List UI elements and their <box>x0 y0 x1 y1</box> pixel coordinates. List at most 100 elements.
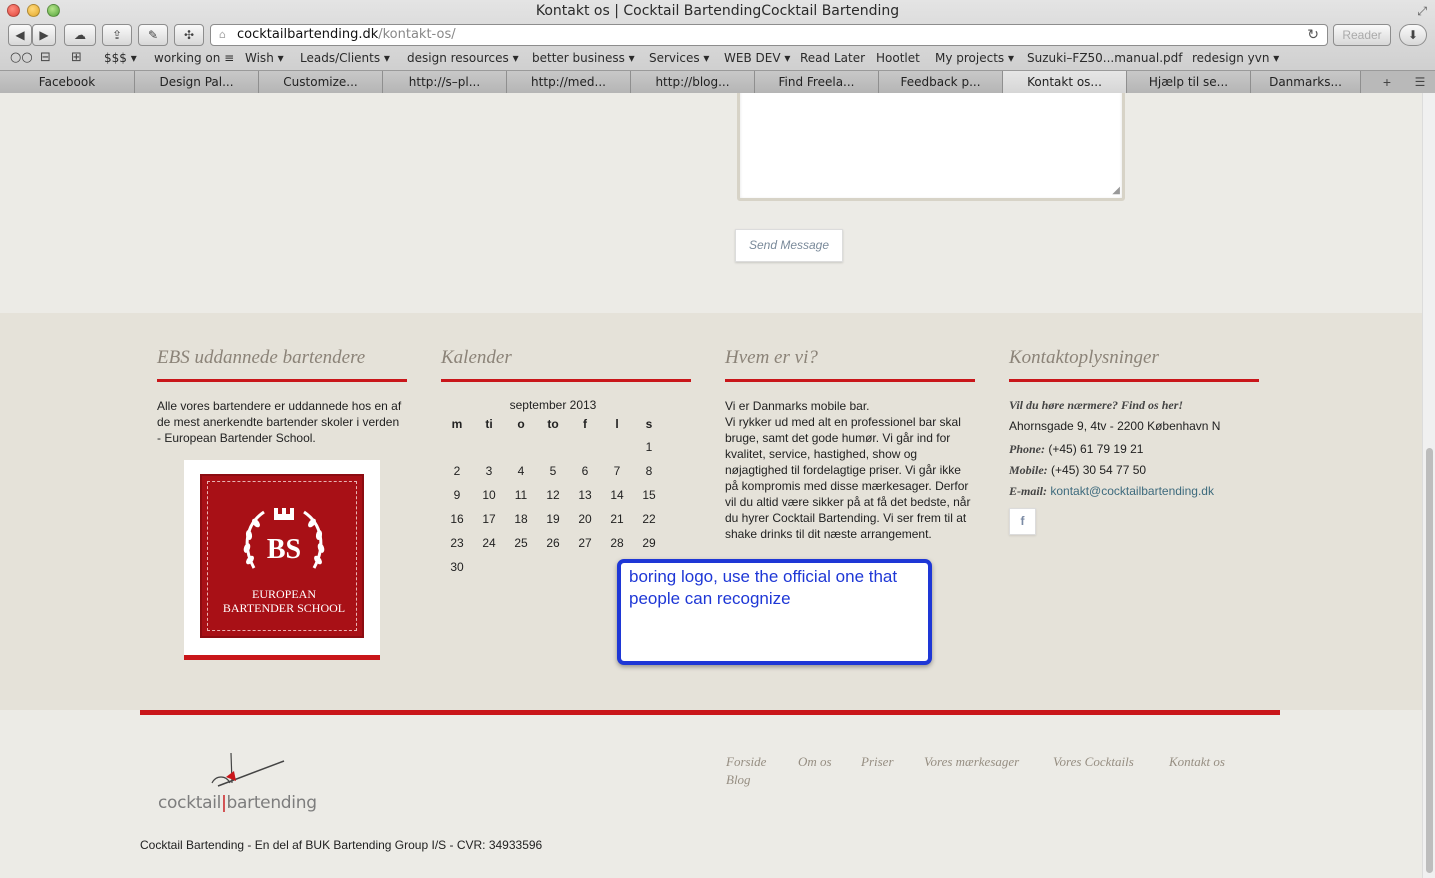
logo-word-1: cocktail <box>158 793 222 813</box>
calendar-day[interactable]: 7 <box>601 464 633 478</box>
footer-nav-link[interactable]: Vores mærkesager <box>924 754 1019 770</box>
calendar-day[interactable]: 12 <box>537 488 569 502</box>
fullscreen-icon[interactable]: ⤢ <box>1417 4 1427 19</box>
calendar-day[interactable]: 22 <box>633 512 665 526</box>
copyright-text: Cocktail Bartending - En del af BUK Bart… <box>140 838 543 852</box>
page-scrollbar[interactable] <box>1422 93 1435 878</box>
back-button[interactable]: ◀ <box>8 24 32 46</box>
wrench-icon: ✎ <box>147 28 159 42</box>
tab[interactable]: http://s–pl... <box>383 71 507 93</box>
tab[interactable]: Customize... <box>259 71 383 93</box>
footer-logo-text[interactable]: cocktail|bartending <box>158 793 317 813</box>
calendar-day[interactable]: 1 <box>633 440 665 454</box>
calendar-day[interactable]: 8 <box>633 464 665 478</box>
bookmark-item[interactable]: redesign yvn ▾ <box>1192 51 1279 65</box>
about-line: vil du altid være sikker på at få det be… <box>725 495 971 509</box>
calendar-day[interactable]: 25 <box>505 536 537 550</box>
scrollbar-thumb[interactable] <box>1426 448 1433 873</box>
email-link[interactable]: kontakt@cocktailbartending.dk <box>1050 484 1214 498</box>
calendar-day[interactable]: 6 <box>569 464 601 478</box>
tab[interactable]: Find Freela... <box>755 71 879 93</box>
footer-nav-link[interactable]: Kontakt os <box>1169 754 1225 770</box>
calendar-day[interactable]: 28 <box>601 536 633 550</box>
ebs-description: Alle vores bartendere er uddannede hos e… <box>157 398 417 446</box>
bookmarks-book-icon[interactable]: ⊟ <box>40 50 51 65</box>
bookmark-item[interactable]: WEB DEV ▾ <box>724 51 790 65</box>
reading-list-icon[interactable]: ○○ <box>10 50 33 65</box>
downloads-button[interactable]: ⬇ <box>1399 24 1427 46</box>
footer-nav-link[interactable]: Forside <box>726 754 766 770</box>
calendar-day[interactable]: 17 <box>473 512 505 526</box>
reload-icon[interactable]: ↻ <box>1307 25 1319 45</box>
email-label: E-mail: <box>1009 484 1047 498</box>
footer-nav-link[interactable]: Priser <box>861 754 894 770</box>
cocktail-bartending-logo-icon[interactable] <box>156 753 296 798</box>
new-tab-plus-icon[interactable]: + <box>1374 71 1400 93</box>
bookmark-item[interactable]: Hootlet <box>876 51 920 65</box>
facebook-icon[interactable]: f <box>1009 508 1036 535</box>
extension-button[interactable]: ✣ <box>174 24 204 46</box>
calendar-month: september 2013 <box>509 398 597 412</box>
tab-active[interactable]: Kontakt os... <box>1003 71 1127 93</box>
forward-button[interactable]: ▶ <box>32 24 56 46</box>
ebs-logo-frame[interactable]: BS EUROPEAN BARTENDER SCHOOL <box>184 460 380 660</box>
bookmark-item[interactable]: Services ▾ <box>649 51 709 65</box>
calendar-day[interactable]: 19 <box>537 512 569 526</box>
footer-nav-link[interactable]: Om os <box>798 754 832 770</box>
tab[interactable]: Danmarks... <box>1251 71 1361 93</box>
footer-nav-link[interactable]: Vores Cocktails <box>1053 754 1134 770</box>
bookmark-item[interactable]: Leads/Clients ▾ <box>300 51 390 65</box>
forward-arrow-icon: ▶ <box>39 28 49 42</box>
mobile-label: Mobile: <box>1009 463 1048 477</box>
calendar-day[interactable]: 18 <box>505 512 537 526</box>
calendar-day[interactable]: 16 <box>441 512 473 526</box>
calendar-day[interactable]: 27 <box>569 536 601 550</box>
tab[interactable]: Feedback p... <box>879 71 1003 93</box>
bookmark-item[interactable]: Suzuki–FZ50...manual.pdf <box>1027 51 1182 65</box>
calendar-day[interactable]: 14 <box>601 488 633 502</box>
calendar-day[interactable]: 4 <box>505 464 537 478</box>
ebs-logo-line1: EUROPEAN <box>252 587 316 601</box>
calendar-day[interactable]: 21 <box>601 512 633 526</box>
calendar-day[interactable]: 9 <box>441 488 473 502</box>
bookmark-item[interactable]: My projects ▾ <box>935 51 1014 65</box>
tab[interactable]: http://med... <box>507 71 631 93</box>
calendar-day[interactable]: 20 <box>569 512 601 526</box>
bookmark-item[interactable]: Read Later <box>800 51 865 65</box>
calendar-day[interactable]: 11 <box>505 488 537 502</box>
calendar-day[interactable]: 26 <box>537 536 569 550</box>
calendar-day[interactable]: 15 <box>633 488 665 502</box>
browser-chrome: Kontakt os | Cocktail BartendingCocktail… <box>0 0 1435 93</box>
tools-button[interactable]: ✎ <box>138 24 168 46</box>
bookmark-item[interactable]: better business ▾ <box>532 51 635 65</box>
page-favicon-icon: ⌂ <box>219 28 226 41</box>
bookmark-item[interactable]: working on ≡ <box>154 51 234 65</box>
bookmark-item[interactable]: Wish ▾ <box>245 51 284 65</box>
footer-nav-link[interactable]: Blog <box>726 772 751 788</box>
tab[interactable]: http://blog... <box>631 71 755 93</box>
calendar-day[interactable]: 23 <box>441 536 473 550</box>
tab[interactable]: Hjælp til se... <box>1127 71 1251 93</box>
calendar-day[interactable]: 13 <box>569 488 601 502</box>
tab[interactable]: Design Pal... <box>135 71 259 93</box>
calendar-weekday: s <box>645 417 653 431</box>
message-textarea[interactable]: ◢ <box>737 93 1125 201</box>
calendar-day[interactable]: 10 <box>473 488 505 502</box>
resize-grip-icon[interactable]: ◢ <box>1112 186 1120 196</box>
share-button[interactable]: ⇪ <box>102 24 132 46</box>
send-message-button[interactable]: Send Message <box>735 229 843 262</box>
calendar-day[interactable]: 3 <box>473 464 505 478</box>
tab[interactable]: Facebook <box>0 71 135 93</box>
top-sites-grid-icon[interactable]: ⊞ <box>71 50 82 65</box>
calendar-day[interactable]: 24 <box>473 536 505 550</box>
address-bar[interactable]: ⌂ cocktailbartending.dk/kontakt-os/ ↻ <box>210 24 1328 46</box>
calendar-day[interactable]: 2 <box>441 464 473 478</box>
calendar-day[interactable]: 5 <box>537 464 569 478</box>
reader-button[interactable]: Reader <box>1333 24 1391 46</box>
tab-list-icon[interactable]: ☰ <box>1408 71 1432 93</box>
calendar-day[interactable]: 29 <box>633 536 665 550</box>
bookmark-item[interactable]: design resources ▾ <box>407 51 519 65</box>
icloud-tabs-button[interactable]: ☁ <box>64 24 96 46</box>
bookmark-item[interactable]: $$$ ▾ <box>104 51 137 65</box>
calendar-day[interactable]: 30 <box>441 560 473 574</box>
